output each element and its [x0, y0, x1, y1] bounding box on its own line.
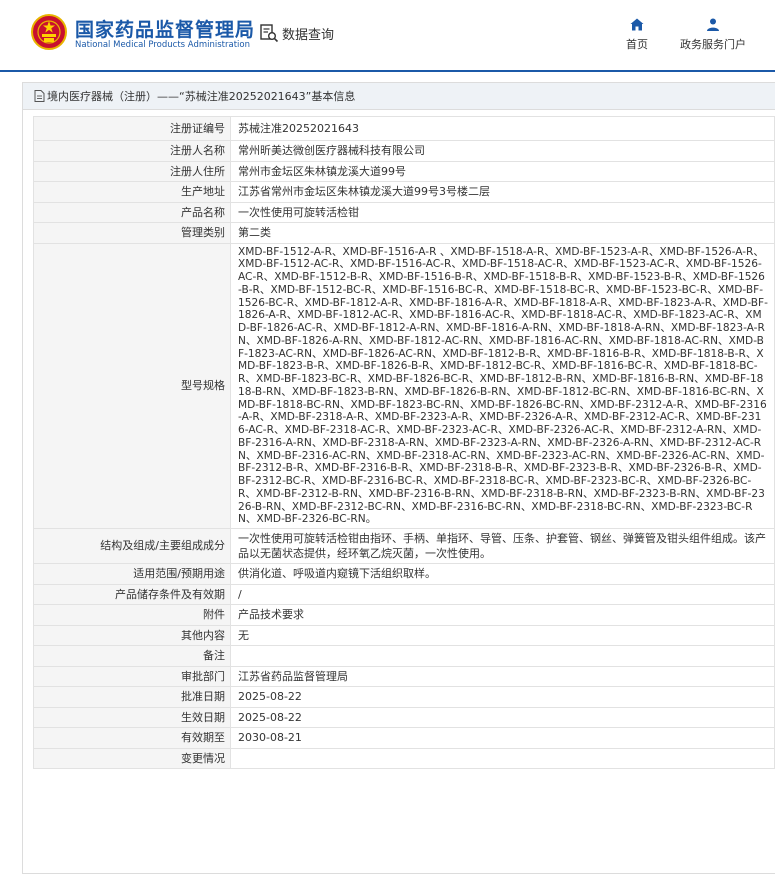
field-label: 注册人住所 — [33, 160, 231, 182]
field-value: 一次性使用可旋转活检钳 — [230, 201, 775, 223]
field-value: 2030-08-21 — [230, 727, 775, 749]
field-label: 生效日期 — [33, 706, 231, 728]
brand-title[interactable]: 国家药品监督管理局 — [75, 15, 255, 42]
data-query-label: 数据查询 — [282, 27, 335, 43]
field-value: 一次性使用可旋转活检钳由指环、手柄、单指环、导管、压条、护套管、钢丝、弹簧管及钳… — [230, 528, 775, 564]
field-label: 其他内容 — [33, 624, 231, 646]
table-row: 注册证编号 苏械注准20252021643 — [33, 116, 775, 141]
field-label: 型号规格 — [33, 242, 231, 529]
table-row: 批准日期 2025-08-22 — [33, 686, 775, 708]
field-label: 注册人名称 — [33, 140, 231, 162]
table-row: 管理类别 第二类 — [33, 222, 775, 244]
field-value — [230, 747, 775, 769]
registration-info-table: 注册证编号 苏械注准20252021643 注册人名称 常州昕美达微创医疗器械科… — [33, 116, 775, 769]
data-query-link[interactable]: 数据查询 — [259, 23, 334, 43]
field-label: 批准日期 — [33, 686, 231, 708]
nav-service-portal-label: 政务服务门户 — [680, 38, 746, 51]
table-row: 生产地址 江苏省常州市金坛区朱林镇龙溪大道99号3号楼二层 — [33, 181, 775, 203]
detail-panel: 境内医疗器械（注册）——“苏械注准20252021643”基本信息 注册证编号 … — [22, 82, 775, 874]
table-row: 产品储存条件及有效期 / — [33, 583, 775, 605]
field-value: 江苏省药品监督管理局 — [230, 665, 775, 687]
field-label: 有效期至 — [33, 727, 231, 749]
table-row: 附件 产品技术要求 — [33, 604, 775, 626]
brand-subtitle: National Medical Products Administration — [75, 40, 250, 50]
field-label: 适用范围/预期用途 — [33, 563, 231, 585]
user-icon — [707, 18, 719, 31]
nav-service-portal[interactable]: 政务服务门户 — [675, 18, 751, 52]
table-row: 注册人名称 常州昕美达微创医疗器械科技有限公司 — [33, 140, 775, 162]
field-label: 注册证编号 — [33, 116, 231, 141]
table-row: 注册人住所 常州市金坛区朱林镇龙溪大道99号 — [33, 160, 775, 182]
field-value: 第二类 — [230, 222, 775, 244]
field-value: 2025-08-22 — [230, 686, 775, 708]
table-row: 结构及组成/主要组成成分 一次性使用可旋转活检钳由指环、手柄、单指环、导管、压条… — [33, 528, 775, 564]
field-label: 生产地址 — [33, 181, 231, 203]
table-row: 型号规格 XMD-BF-1512-A-R、XMD-BF-1516-A-R 、XM… — [33, 242, 775, 529]
nav-home[interactable]: 首页 — [622, 18, 652, 52]
table-row: 备注 — [33, 645, 775, 667]
field-label: 结构及组成/主要组成成分 — [33, 528, 231, 564]
field-label: 审批部门 — [33, 665, 231, 687]
table-row: 其他内容 无 — [33, 624, 775, 646]
document-icon — [34, 90, 45, 102]
field-label: 附件 — [33, 604, 231, 626]
field-value — [230, 645, 775, 667]
site-header: 国家药品监督管理局 National Medical Products Admi… — [0, 0, 775, 72]
table-row: 生效日期 2025-08-22 — [33, 706, 775, 728]
nav-home-label: 首页 — [626, 38, 648, 51]
document-search-icon — [260, 24, 279, 43]
field-label: 产品名称 — [33, 201, 231, 223]
field-value: 常州市金坛区朱林镇龙溪大道99号 — [230, 160, 775, 182]
field-value: 供消化道、呼吸道内窥镜下活组织取样。 — [230, 563, 775, 585]
table-row: 有效期至 2030-08-21 — [33, 727, 775, 749]
field-value: 2025-08-22 — [230, 706, 775, 728]
field-value: / — [230, 583, 775, 605]
field-label: 管理类别 — [33, 222, 231, 244]
table-row: 产品名称 一次性使用可旋转活检钳 — [33, 201, 775, 223]
panel-title-bar: 境内医疗器械（注册）——“苏械注准20252021643”基本信息 — [23, 83, 775, 110]
field-value: XMD-BF-1512-A-R、XMD-BF-1516-A-R 、XMD-BF-… — [230, 242, 775, 529]
table-row: 适用范围/预期用途 供消化道、呼吸道内窥镜下活组织取样。 — [33, 563, 775, 585]
field-value: 江苏省常州市金坛区朱林镇龙溪大道99号3号楼二层 — [230, 181, 775, 203]
national-emblem-icon[interactable] — [31, 14, 67, 50]
field-value: 苏械注准20252021643 — [230, 116, 775, 141]
field-label: 产品储存条件及有效期 — [33, 583, 231, 605]
table-row: 审批部门 江苏省药品监督管理局 — [33, 665, 775, 687]
field-value: 常州昕美达微创医疗器械科技有限公司 — [230, 140, 775, 162]
field-label: 变更情况 — [33, 747, 231, 769]
field-label: 备注 — [33, 645, 231, 667]
field-value: 产品技术要求 — [230, 604, 775, 626]
field-value: 无 — [230, 624, 775, 646]
home-icon — [630, 18, 644, 31]
table-row: 变更情况 — [33, 747, 775, 769]
panel-title: 境内医疗器械（注册）——“苏械注准20252021643”基本信息 — [47, 90, 356, 103]
